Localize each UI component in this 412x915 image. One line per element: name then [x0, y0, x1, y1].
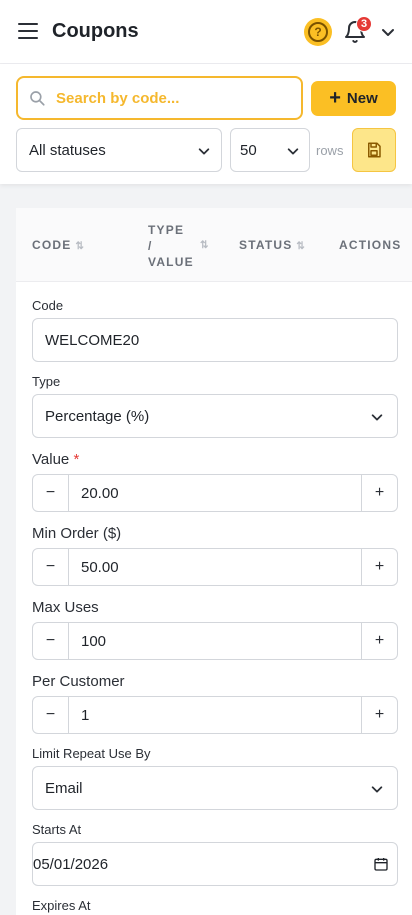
search-input[interactable]	[56, 84, 294, 112]
status-filter-select[interactable]: All statuses	[16, 128, 222, 172]
value-stepper[interactable]: − 20.00 +	[32, 474, 398, 512]
code-input[interactable]: WELCOME20	[32, 318, 398, 362]
value-input[interactable]: 20.00	[81, 485, 119, 502]
decrement-button[interactable]: −	[33, 697, 69, 733]
chevron-down-icon	[287, 148, 299, 155]
increment-button[interactable]: +	[361, 623, 397, 659]
expires-at-label: Expires At	[32, 898, 91, 913]
search-box[interactable]	[16, 76, 303, 120]
rows-per-page-select[interactable]: 50	[230, 128, 310, 172]
decrement-button[interactable]: −	[33, 623, 69, 659]
menu-icon[interactable]	[18, 23, 38, 41]
coupons-table-card: Code ⇅ Type / Value ⇅ Status ⇅ Actions Cod…	[16, 208, 412, 915]
status-filter-value: All statuses	[29, 142, 106, 159]
toolbar: + New All statuses 50 rows	[0, 64, 412, 184]
limit-repeat-select[interactable]: Email	[32, 766, 398, 810]
max-uses-label: Max Uses	[32, 599, 99, 616]
max-uses-stepper[interactable]: − 100 +	[32, 622, 398, 660]
new-coupon-button[interactable]: + New	[311, 81, 396, 116]
rows-per-page-value: 50	[240, 142, 257, 159]
increment-button[interactable]: +	[361, 697, 397, 733]
decrement-button[interactable]: −	[33, 549, 69, 585]
min-order-stepper[interactable]: − 50.00 +	[32, 548, 398, 586]
chevron-down-icon	[371, 786, 383, 793]
plus-icon: +	[329, 86, 341, 109]
limit-repeat-label: Limit Repeat Use By	[32, 746, 151, 761]
column-header-actions: Actions	[339, 238, 402, 252]
page-title: Coupons	[52, 20, 139, 42]
min-order-label: Min Order ($)	[32, 525, 122, 542]
starts-at-label: Starts At	[32, 822, 82, 837]
per-customer-label: Per Customer	[32, 673, 125, 690]
increment-button[interactable]: +	[361, 549, 397, 585]
per-customer-input[interactable]: 1	[81, 707, 89, 724]
value-label: Value *	[32, 451, 80, 468]
sort-icon: ⇅	[296, 241, 305, 252]
column-header-status[interactable]: Status ⇅	[239, 238, 305, 252]
decrement-button[interactable]: −	[33, 475, 69, 511]
rows-label: rows	[316, 143, 344, 158]
sort-icon: ⇅	[75, 241, 84, 252]
per-customer-stepper[interactable]: − 1 +	[32, 696, 398, 734]
chevron-down-icon	[371, 414, 383, 421]
chevron-down-icon	[198, 148, 210, 155]
required-marker: *	[73, 451, 80, 468]
search-icon	[30, 91, 45, 106]
save-icon	[368, 142, 381, 158]
type-select[interactable]: Percentage (%)	[32, 394, 398, 438]
code-label: Code	[32, 298, 64, 313]
notification-badge: 3	[356, 16, 372, 32]
column-header-code[interactable]: Code ⇅	[32, 238, 84, 252]
column-header-type-value[interactable]: Type / Value ⇅	[148, 222, 208, 270]
starts-at-input[interactable]: 05/01/2026	[32, 842, 398, 886]
increment-button[interactable]: +	[361, 475, 397, 511]
app-header: Coupons ? 3	[0, 0, 412, 64]
type-label: Type	[32, 374, 61, 389]
calendar-icon[interactable]	[373, 856, 389, 872]
sort-icon: ⇅	[200, 240, 209, 251]
chevron-down-icon[interactable]	[380, 24, 396, 40]
new-button-label: New	[346, 90, 378, 107]
max-uses-input[interactable]: 100	[81, 633, 106, 650]
min-order-input[interactable]: 50.00	[81, 559, 119, 576]
save-button[interactable]	[352, 128, 396, 172]
help-icon: ?	[308, 22, 328, 42]
table-header: Code ⇅ Type / Value ⇅ Status ⇅ Actions	[16, 208, 412, 282]
help-button[interactable]: ?	[304, 18, 332, 46]
